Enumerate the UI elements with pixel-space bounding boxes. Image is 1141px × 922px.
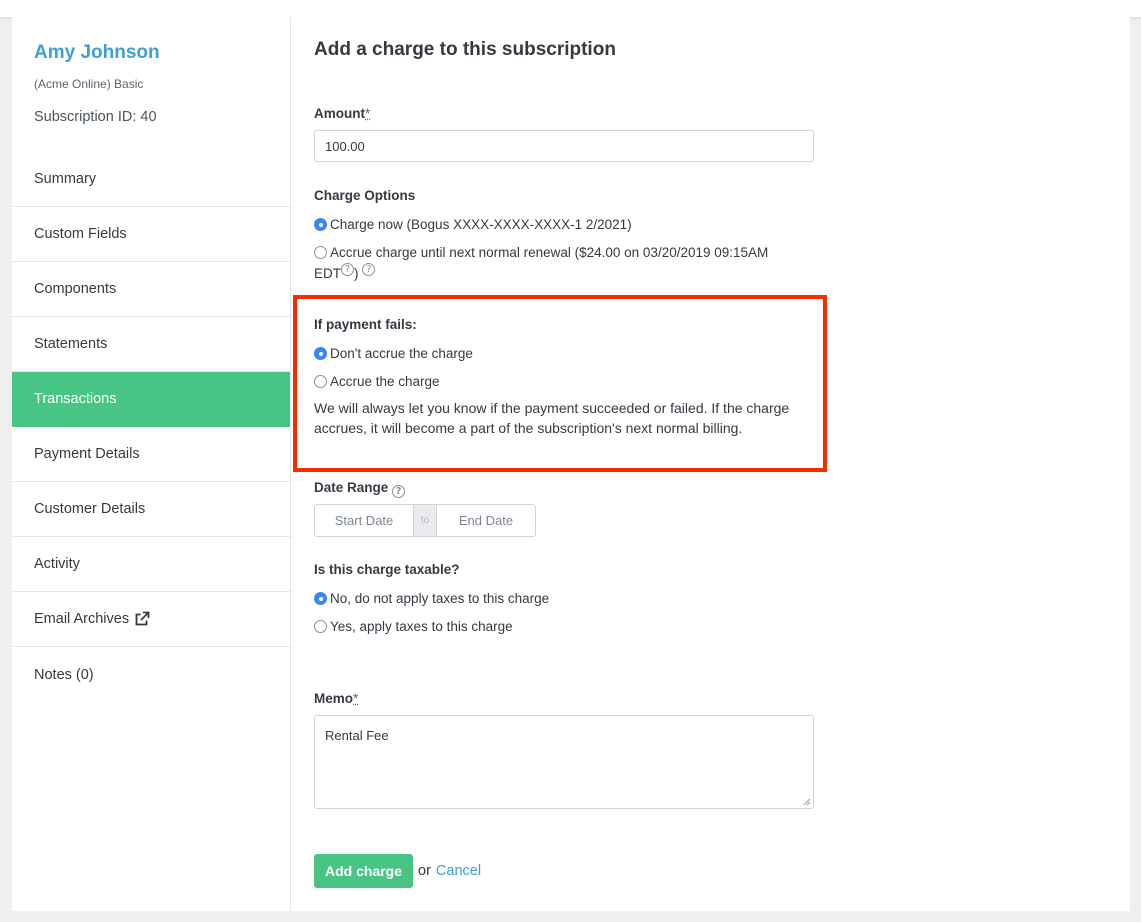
sidebar-item-label: Transactions — [34, 391, 117, 407]
external-link-icon — [135, 611, 150, 626]
sidebar-item-summary[interactable]: Summary — [12, 152, 290, 207]
required-mark: * — [365, 106, 371, 121]
no-tax-option[interactable]: No, do not apply taxes to this charge — [314, 588, 549, 609]
sidebar: Amy Johnson (Acme Online) Basic Subscrip… — [12, 17, 291, 911]
subscription-panel: Amy Johnson (Acme Online) Basic Subscrip… — [12, 17, 1130, 911]
sidebar-item-custom-fields[interactable]: Custom Fields — [12, 207, 290, 262]
add-charge-button[interactable]: Add charge — [314, 854, 414, 888]
amount-label: Amount* — [314, 106, 371, 121]
sidebar-item-label: Customer Details — [34, 501, 146, 517]
charge-now-radio[interactable] — [314, 218, 327, 231]
end-date-input[interactable]: End Date — [437, 505, 535, 536]
sidebar-item-statements[interactable]: Statements — [12, 317, 290, 372]
accrue-charge-radio[interactable] — [314, 246, 327, 259]
accrue-charge-continuation: EDT?) ? — [314, 263, 376, 284]
apply-tax-radio[interactable] — [314, 620, 327, 633]
sidebar-item-payment-details[interactable]: Payment Details — [12, 427, 290, 482]
sidebar-item-label: Payment Details — [34, 446, 140, 462]
payment-fails-label: If payment fails: — [314, 317, 417, 332]
top-bar — [0, 0, 1141, 17]
accrue-charge-option[interactable]: Accrue charge until next normal renewal … — [314, 242, 814, 263]
form-actions: Add charge or Cancel — [314, 854, 481, 888]
dont-accrue-option[interactable]: Don't accrue the charge — [314, 343, 473, 364]
charge-options-label: Charge Options — [314, 188, 416, 203]
help-icon[interactable]: ? — [341, 263, 354, 276]
page-title: Add a charge to this subscription — [314, 39, 616, 60]
accrue-on-fail-label: Accrue the charge — [330, 374, 440, 389]
resize-grip-icon[interactable] — [803, 798, 811, 806]
subscription-id: Subscription ID: 40 — [34, 109, 157, 125]
accrue-charge-label: Accrue charge until next normal renewal … — [330, 245, 769, 260]
sidebar-item-activity[interactable]: Activity — [12, 537, 290, 592]
accrue-on-fail-radio[interactable] — [314, 375, 327, 388]
apply-tax-label: Yes, apply taxes to this charge — [330, 619, 513, 634]
cancel-link[interactable]: Cancel — [436, 863, 481, 879]
sidebar-item-customer-details[interactable]: Customer Details — [12, 482, 290, 537]
memo-label: Memo* — [314, 691, 359, 706]
no-tax-label: No, do not apply taxes to this charge — [330, 591, 550, 606]
start-date-input[interactable]: Start Date — [315, 505, 413, 536]
sidebar-item-label: Components — [34, 281, 117, 297]
sidebar-item-label: Email Archives — [34, 611, 130, 627]
taxable-label: Is this charge taxable? — [314, 562, 460, 577]
dont-accrue-radio[interactable] — [314, 347, 327, 360]
sidebar-item-label: Custom Fields — [34, 226, 127, 242]
memo-value: Rental Fee — [325, 728, 389, 743]
sidebar-item-email-archives[interactable]: Email Archives — [12, 592, 290, 647]
customer-name[interactable]: Amy Johnson — [34, 42, 160, 64]
payment-fails-note: We will always let you know if the payme… — [314, 400, 790, 436]
required-mark: * — [353, 691, 359, 706]
sidebar-item-label: Statements — [34, 336, 108, 352]
dont-accrue-label: Don't accrue the charge — [330, 346, 473, 361]
sidebar-item-label: Activity — [34, 556, 80, 572]
help-icon[interactable]: ? — [392, 485, 406, 498]
amount-input[interactable]: 100.00 — [314, 130, 814, 162]
sidebar-nav: Summary Custom Fields Components Stateme… — [12, 152, 290, 702]
help-icon[interactable]: ? — [362, 263, 376, 276]
charge-now-option[interactable]: Charge now (Bogus XXXX-XXXX-XXXX-1 2/202… — [314, 214, 632, 235]
date-range-separator: to — [413, 505, 437, 536]
plan-name: (Acme Online) Basic — [34, 77, 144, 91]
date-range-input: Start Date to End Date — [314, 504, 536, 537]
or-text: or — [418, 863, 431, 879]
apply-tax-option[interactable]: Yes, apply taxes to this charge — [314, 616, 513, 637]
sidebar-item-notes[interactable]: Notes (0) — [12, 647, 290, 702]
memo-textarea[interactable]: Rental Fee — [314, 715, 814, 809]
sidebar-item-label: Notes (0) — [34, 666, 94, 683]
charge-now-label: Charge now (Bogus XXXX-XXXX-XXXX-1 2/202… — [330, 217, 632, 232]
sidebar-item-components[interactable]: Components — [12, 262, 290, 317]
sidebar-item-transactions[interactable]: Transactions — [12, 372, 290, 427]
no-tax-radio[interactable] — [314, 592, 327, 605]
sidebar-item-label: Summary — [34, 171, 97, 187]
date-range-label: Date Range ? — [314, 480, 406, 498]
accrue-on-fail-option[interactable]: Accrue the charge — [314, 371, 440, 392]
